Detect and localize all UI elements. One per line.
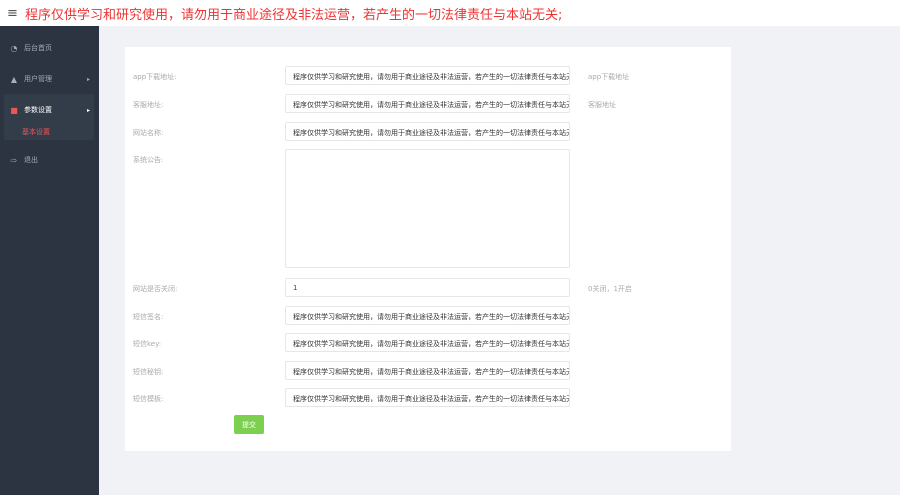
field-label: 短信签名: xyxy=(133,313,164,321)
hamburger-icon[interactable]: ≡ xyxy=(0,6,25,21)
sidebar-item-users[interactable]: ▲ 用户管理 ▸ xyxy=(4,66,94,92)
field-label: 短信key: xyxy=(133,340,162,348)
field-label: 系统公告: xyxy=(133,156,164,164)
field-hint: app下载地址 xyxy=(588,73,630,81)
sidebar-subitem-basic-settings[interactable]: 基本设置 xyxy=(22,127,50,137)
settings-form: app下载地址: 程序仅供学习和研究使用，请勿用于商业途径及非法运营，若产生的一… xyxy=(125,47,731,451)
user-icon: ▲ xyxy=(10,74,18,84)
field-label: 短信秘钥: xyxy=(133,368,164,376)
customer-service-url-input[interactable]: 程序仅供学习和研究使用，请勿用于商业途径及非法运营，若产生的一切法律责任与本站无… xyxy=(285,94,570,113)
site-closed-input[interactable]: 1 xyxy=(285,278,570,297)
sms-secret-input[interactable]: 程序仅供学习和研究使用，请勿用于商业途径及非法运营，若产生的一切法律责任与本站无… xyxy=(285,361,570,380)
logout-icon: ⇨ xyxy=(10,155,18,165)
system-announcement-textarea[interactable] xyxy=(285,149,570,268)
sms-signature-input[interactable]: 程序仅供学习和研究使用，请勿用于商业途径及非法运营，若产生的一切法律责任与本站无… xyxy=(285,306,570,325)
chevron-right-icon: ▸ xyxy=(86,106,90,114)
field-label: app下载地址: xyxy=(133,73,177,81)
disclaimer-notice: 程序仅供学习和研究使用，请勿用于商业途径及非法运营，若产生的一切法律责任与本站无… xyxy=(25,7,563,23)
submit-button[interactable]: 提交 xyxy=(234,415,264,434)
sms-key-input[interactable]: 程序仅供学习和研究使用，请勿用于商业途径及非法运营，若产生的一切法律责任与本站无… xyxy=(285,333,570,352)
dashboard-icon: ◔ xyxy=(10,43,18,53)
site-name-input[interactable]: 程序仅供学习和研究使用，请勿用于商业途径及非法运营，若产生的一切法律责任与本站无… xyxy=(285,122,570,141)
field-hint: 0关闭，1开启 xyxy=(588,285,632,293)
sidebar-item-logout[interactable]: ⇨ 退出 xyxy=(4,147,94,173)
sidebar-item-dashboard[interactable]: ◔ 后台首页 xyxy=(4,35,94,61)
file-icon: ■ xyxy=(10,105,18,115)
sms-template-input[interactable]: 程序仅供学习和研究使用，请勿用于商业途径及非法运营，若产生的一切法律责任与本站无… xyxy=(285,388,570,407)
chevron-right-icon: ▸ xyxy=(86,75,90,83)
sidebar-item-label: 退出 xyxy=(24,156,38,164)
sidebar-item-label: 后台首页 xyxy=(24,44,52,52)
field-label: 网站是否关闭: xyxy=(133,285,178,293)
field-label: 网站名称: xyxy=(133,129,164,137)
field-label: 短信模板: xyxy=(133,395,164,403)
field-hint: 客服地址 xyxy=(588,101,616,109)
sidebar-item-label: 用户管理 xyxy=(24,75,52,83)
app-download-url-input[interactable]: 程序仅供学习和研究使用，请勿用于商业途径及非法运营，若产生的一切法律责任与本站无… xyxy=(285,66,570,85)
sidebar-item-settings[interactable]: ■ 参数设置 ▸ xyxy=(4,97,94,123)
sidebar-item-label: 参数设置 xyxy=(24,106,52,114)
sidebar: ◔ 后台首页 ▲ 用户管理 ▸ ■ 参数设置 ▸ 基本设置 ⇨ 退出 xyxy=(0,26,99,495)
field-label: 客服地址: xyxy=(133,101,164,109)
top-bar: ≡ 程序仅供学习和研究使用，请勿用于商业途径及非法运营，若产生的一切法律责任与本… xyxy=(0,0,900,26)
